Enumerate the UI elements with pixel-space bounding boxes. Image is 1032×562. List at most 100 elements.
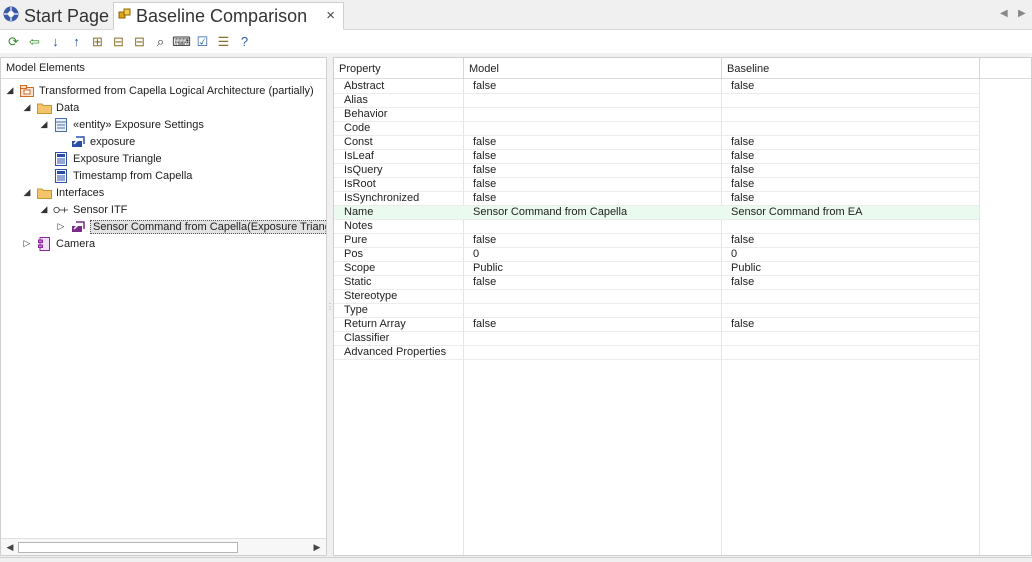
tree-item-label: «entity» Exposure Settings	[73, 118, 204, 131]
cell-baseline: false	[731, 164, 755, 176]
model-elements-header[interactable]: Model Elements	[1, 58, 326, 79]
xml-icon[interactable]: ⌨	[171, 33, 192, 51]
model-elements-pane: Model Elements ◢ Transformed from Capella…	[0, 57, 327, 556]
grid-row[interactable]: Alias	[334, 94, 979, 108]
interface-icon	[53, 203, 69, 217]
bottom-edge	[0, 557, 1032, 562]
attribute-icon	[70, 135, 86, 149]
grid-row[interactable]: Notes	[334, 220, 979, 234]
grid-row[interactable]: Pos 0 0	[334, 248, 979, 262]
grid-row[interactable]: IsLeaf false false	[334, 150, 979, 164]
grid-row[interactable]: Type	[334, 304, 979, 318]
tree-item[interactable]: ◢ Interfaces	[22, 184, 104, 201]
back-arrow-icon[interactable]: ⇦	[24, 33, 45, 51]
tree-item[interactable]: exposure	[56, 133, 135, 150]
grid-row[interactable]: Stereotype	[334, 290, 979, 304]
cell-property: IsSynchronized	[344, 192, 420, 204]
tree-item[interactable]: Timestamp from Capella	[39, 167, 192, 184]
collapse-icon[interactable]: ◢	[22, 187, 32, 198]
grid-row[interactable]: Behavior	[334, 108, 979, 122]
help-icon[interactable]: ?	[234, 33, 255, 51]
cell-model: false	[473, 164, 497, 176]
arrow-down-icon[interactable]: ↓	[45, 33, 66, 51]
cell-property: Abstract	[344, 80, 385, 92]
tree-item-label: Data	[56, 101, 80, 114]
filter-list-icon[interactable]: ☰	[213, 33, 234, 51]
collapse-icon[interactable]: ◢	[39, 119, 49, 130]
grid-row[interactable]: IsSynchronized false false	[334, 192, 979, 206]
cell-baseline: false	[731, 276, 755, 288]
tab-start-page[interactable]: Start Page	[0, 2, 112, 30]
horizontal-scrollbar[interactable]: ◀ ▶	[1, 538, 326, 555]
tree-item-label: Timestamp from Capella	[73, 169, 193, 182]
tab-scroll-left-icon[interactable]: ◀	[1000, 8, 1008, 19]
cell-property: Type	[344, 304, 368, 316]
component-icon	[36, 236, 52, 251]
toolbar: ⟳ ⇦ ↓ ↑ ⊞ ⊟ ⊟ ⌕ ⌨ ☑ ☰?	[0, 30, 1032, 53]
tree-expand-icon[interactable]: ⊞	[87, 33, 108, 51]
tree-item[interactable]: ◢ Transformed from Capella Logical Archit…	[5, 82, 314, 99]
tree-item[interactable]: ◢ «entity» Exposure Settings	[39, 116, 204, 133]
collapse-icon[interactable]: ◢	[22, 102, 32, 113]
grid-row[interactable]: Classifier	[334, 332, 979, 346]
cell-property: IsRoot	[344, 178, 376, 190]
tree-item[interactable]: ◢ Data	[22, 99, 79, 116]
tree-item-label: Camera	[56, 237, 96, 250]
cell-model: 0	[473, 248, 480, 260]
cell-property: Scope	[344, 262, 376, 274]
grid-row[interactable]: Name Sensor Command from Capella Sensor Co…	[334, 206, 979, 220]
grid-row[interactable]: IsRoot false false	[334, 178, 979, 192]
grid-row[interactable]: Scope Public Public	[334, 262, 979, 276]
expand-icon[interactable]: ▷	[56, 221, 66, 232]
grid-row[interactable]: Advanced Properties	[334, 346, 979, 360]
close-icon[interactable]: ×	[326, 7, 335, 24]
scroll-thumb[interactable]	[18, 542, 238, 553]
cell-property: Const	[344, 136, 373, 148]
grid-row[interactable]: Const false false	[334, 136, 979, 150]
collapse-icon[interactable]: ◢	[5, 85, 15, 96]
refresh-icon[interactable]: ⟳	[3, 33, 24, 51]
collapse-icon[interactable]: ◢	[39, 204, 49, 215]
tab-scroll-right-icon[interactable]: ▶	[1018, 8, 1026, 19]
cell-property: Notes	[344, 220, 373, 232]
baseline-icon	[118, 6, 132, 27]
cell-model: false	[473, 192, 497, 204]
grid-row[interactable]: IsQuery false false	[334, 164, 979, 178]
grid-body: Abstract false false Alias Behavior Code Const…	[334, 79, 1031, 555]
tree-move-down-icon[interactable]: ⊟	[129, 33, 150, 51]
cell-property: Name	[344, 206, 374, 218]
grid-row[interactable]: Abstract false false	[334, 80, 979, 94]
checklist-icon[interactable]: ☑	[192, 33, 213, 51]
tree-item[interactable]: ◢ Sensor ITF	[39, 201, 128, 218]
grid-row[interactable]: Pure false false	[334, 234, 979, 248]
column-header-model[interactable]: Model	[464, 58, 722, 79]
cell-property: Pos	[344, 248, 363, 260]
tree-item[interactable]: Exposure Triangle	[39, 150, 162, 167]
cell-baseline: false	[731, 80, 755, 92]
scroll-left-icon[interactable]: ◀	[3, 540, 17, 554]
cell-baseline: false	[731, 318, 755, 330]
tree-move-up-icon[interactable]: ⊟	[108, 33, 129, 51]
cell-property: Pure	[344, 234, 368, 246]
grid-row[interactable]: Return Array false false	[334, 318, 979, 332]
expand-icon[interactable]: ▷	[22, 238, 32, 249]
diagram-icon	[53, 151, 69, 166]
grid-row[interactable]: Static false false	[334, 276, 979, 290]
grid-row[interactable]: Code	[334, 122, 979, 136]
arrow-up-icon[interactable]: ↑	[66, 33, 87, 51]
cell-property: Code	[344, 122, 371, 134]
scroll-right-icon[interactable]: ▶	[310, 540, 324, 554]
cell-baseline: Sensor Command from EA	[731, 206, 863, 218]
folder-icon	[36, 186, 52, 200]
tree-item[interactable]: ▷ Sensor Command from Capella(Exposure Tr…	[56, 218, 326, 235]
tree-item[interactable]: ▷ Camera	[22, 235, 95, 252]
column-header-baseline[interactable]: Baseline	[722, 58, 980, 79]
class-icon	[53, 117, 69, 132]
cell-model: false	[473, 136, 497, 148]
tree-item-label: exposure	[90, 135, 136, 148]
find-icon[interactable]: ⌕	[150, 33, 171, 51]
cell-property: Return Array	[344, 318, 406, 330]
column-header-property[interactable]: Property	[334, 58, 464, 79]
tree-item-label: Transformed from Capella Logical Archite…	[39, 84, 314, 97]
tab-baseline-comparison[interactable]: Baseline Comparison ×	[113, 2, 344, 30]
